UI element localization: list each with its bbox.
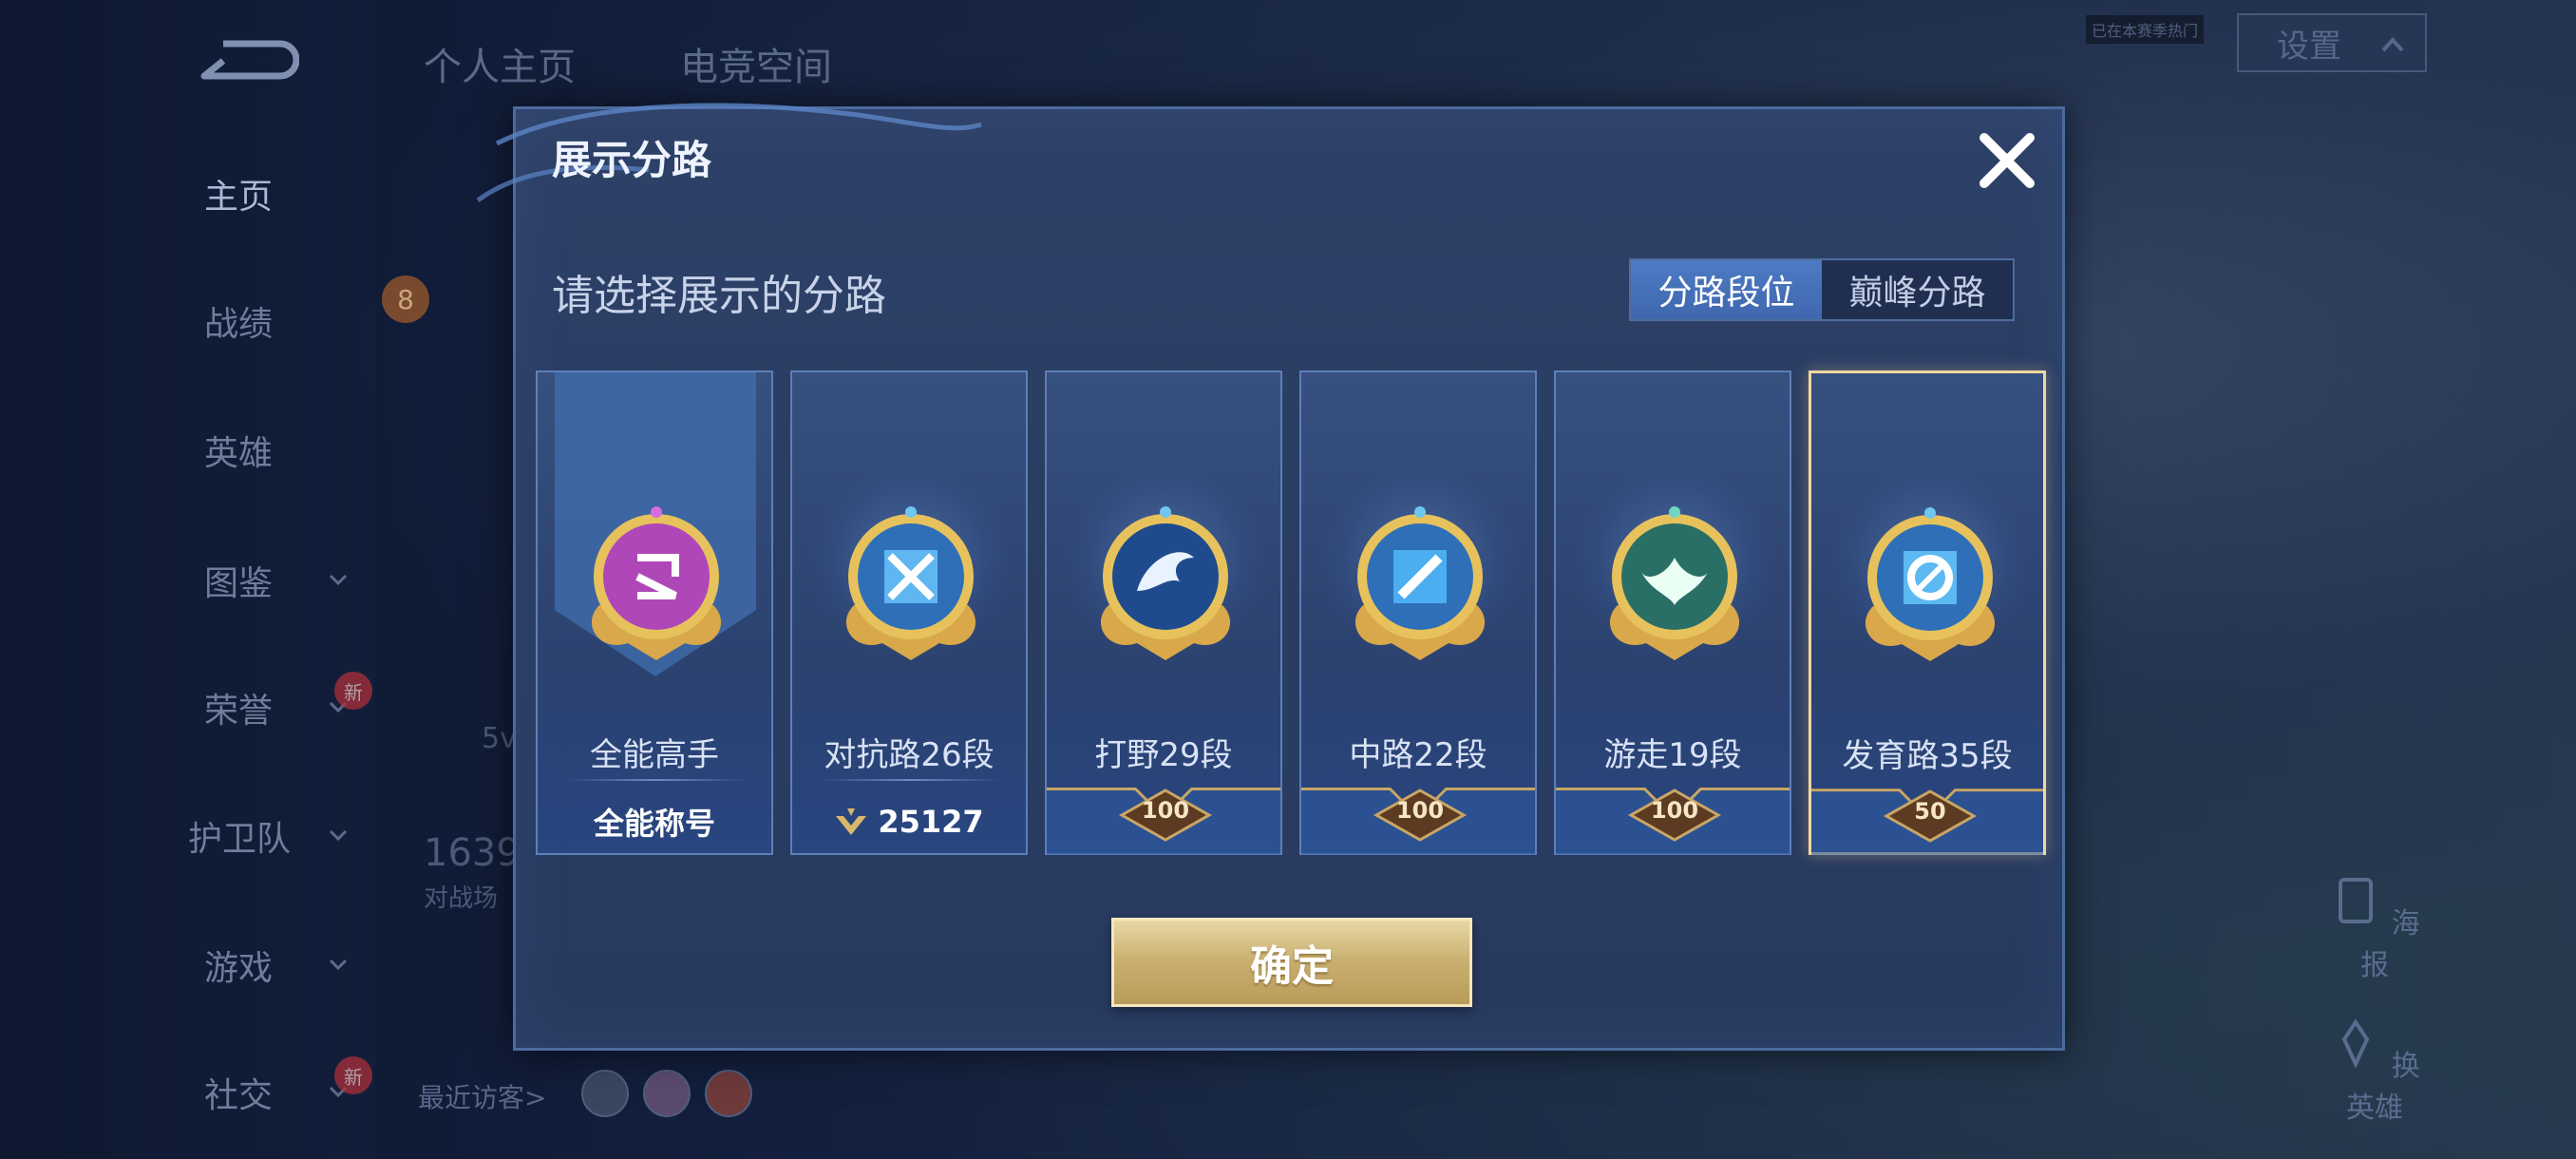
tab-esports[interactable]: 电竞空间 (680, 36, 832, 91)
poster-button[interactable]: 海报 (2318, 874, 2432, 983)
confirm-label: 确定 (1250, 942, 1334, 991)
title-swirl-decoration (476, 103, 982, 203)
left-nav: 主页 战绩 英雄 图鉴 荣誉 新 护卫队 游戏 社交 新 (0, 0, 375, 1159)
display-lane-dialog: 展示分路 请选择展示的分路 分路段位 巅峰分路 全能高手 全能称号 对抗路26段… (476, 103, 2065, 1051)
stars-count: 50 (1914, 798, 1946, 825)
divider (821, 779, 1001, 781)
hero-swap-icon (2341, 1018, 2370, 1069)
tab-profile[interactable]: 个人主页 (424, 36, 576, 91)
lane-name: 发育路35段 (1842, 737, 2013, 775)
farm-lane-emblem-icon (1865, 507, 1996, 661)
visitor-avatar[interactable] (705, 1070, 752, 1117)
settings-button[interactable]: 设置 (2237, 13, 2427, 72)
toggle-peak-lane[interactable]: 巅峰分路 (1822, 260, 2013, 319)
new-badge: 新 (334, 1056, 372, 1094)
stars-count: 100 (1141, 797, 1190, 824)
toggle-lane-rank[interactable]: 分路段位 (1631, 260, 1822, 319)
clash-lane-emblem-icon (845, 506, 976, 660)
confirm-button[interactable]: 确定 (1111, 918, 1472, 1007)
lane-card-farm[interactable]: 发育路35段 50 (1809, 370, 2046, 856)
visitor-avatar[interactable] (643, 1070, 691, 1117)
nav-item-home[interactable]: 主页 (0, 156, 375, 232)
nav-item-honor[interactable]: 荣誉 新 (0, 670, 375, 746)
jungle-emblem-icon (1100, 506, 1231, 660)
lane-name: 游走19段 (1603, 736, 1742, 774)
nav-item-game[interactable]: 游戏 (0, 927, 375, 1003)
lane-cards: 全能高手 全能称号 对抗路26段 25127 打野29段 100 中路22段 1… (536, 370, 2055, 856)
stars-count: 100 (1395, 797, 1445, 824)
peak-points-icon (836, 808, 867, 835)
roam-emblem-icon (1609, 506, 1740, 660)
nav-item-label: 战绩 (204, 305, 274, 344)
lane-name: 全能高手 (590, 736, 719, 774)
nav-item-record[interactable]: 战绩 (0, 283, 375, 359)
title-footer: 全能称号 (593, 806, 715, 842)
stars-count: 100 (1650, 797, 1699, 824)
dialog-subtitle: 请选择展示的分路 (552, 272, 886, 320)
poster-icon (2339, 878, 2374, 923)
back-arrow-icon[interactable] (195, 36, 299, 84)
lane-card-clash[interactable]: 对抗路26段 25127 (790, 370, 1028, 855)
nav-item-heroes[interactable]: 英雄 (0, 412, 375, 488)
lane-card-jungle[interactable]: 打野29段 100 (1045, 370, 1282, 855)
allround-emblem-icon (591, 506, 722, 660)
partial-mode-text: 5v (482, 722, 517, 755)
lane-name: 中路22段 (1349, 736, 1487, 774)
change-hero-button[interactable]: 换英雄 (2318, 1016, 2432, 1126)
nav-item-guard[interactable]: 护卫队 (0, 798, 375, 874)
lane-name: 对抗路26段 (824, 736, 994, 774)
chevron-down-icon (329, 829, 348, 842)
close-icon[interactable] (1969, 123, 2045, 199)
new-badge: 新 (334, 672, 372, 710)
peak-points-value: 25127 (878, 804, 984, 840)
lane-card-allround[interactable]: 全能高手 全能称号 (536, 370, 773, 855)
recent-visitors-link[interactable]: 最近访客> (418, 1077, 546, 1115)
nav-item-social[interactable]: 社交 新 (0, 1054, 375, 1130)
chevron-down-icon (329, 574, 348, 586)
nav-item-label: 英雄 (204, 434, 274, 473)
match-count-label: 对战场 (424, 884, 499, 913)
nav-item-label: 社交 (204, 1076, 274, 1115)
lane-card-roam[interactable]: 游走19段 100 (1554, 370, 1791, 855)
chevron-down-icon (329, 959, 348, 971)
hot-tag: 已在本赛季热门 (2086, 15, 2205, 44)
match-count: 1639 (424, 831, 521, 875)
lane-name: 打野29段 (1094, 736, 1233, 774)
lane-card-mid[interactable]: 中路22段 100 (1299, 370, 1537, 855)
peak-points: 25127 (792, 790, 1026, 853)
nav-item-label: 荣誉 (204, 692, 274, 731)
visitor-avatar[interactable] (581, 1070, 629, 1117)
mid-lane-emblem-icon (1354, 506, 1486, 660)
lane-mode-toggle: 分路段位 巅峰分路 (1629, 258, 2015, 321)
nav-item-codex[interactable]: 图鉴 (0, 542, 375, 618)
divider (566, 779, 747, 781)
nav-item-label: 主页 (204, 178, 274, 217)
nav-item-label: 图鉴 (204, 564, 274, 603)
level-badge: 8 (382, 276, 429, 323)
nav-item-label: 护卫队 (188, 820, 292, 859)
chevron-up-icon (2381, 37, 2404, 52)
settings-label: 设置 (2277, 27, 2341, 66)
dialog-title: 展示分路 (552, 137, 712, 183)
nav-item-label: 游戏 (204, 949, 274, 988)
